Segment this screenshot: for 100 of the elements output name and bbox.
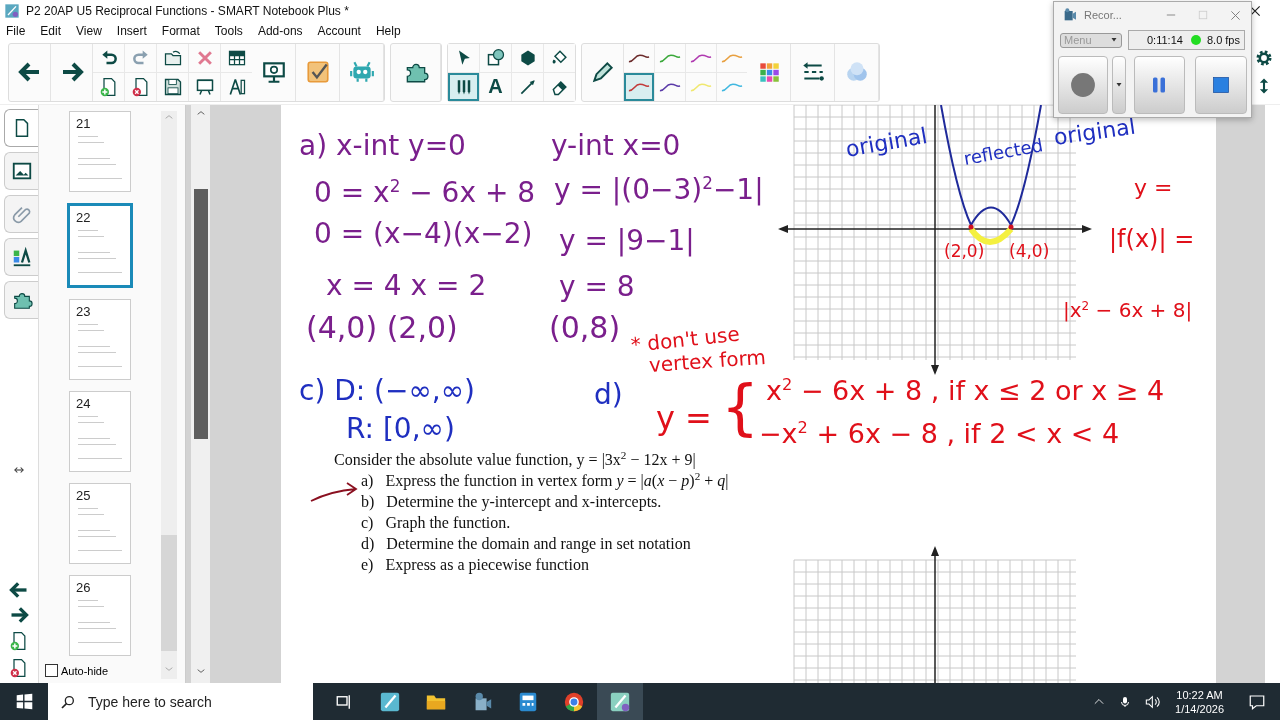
- monitor-icon: [260, 59, 287, 85]
- point-dot: [1008, 224, 1014, 230]
- page-thumbnail[interactable]: 26: [69, 575, 131, 656]
- scrollbar-thumb[interactable]: [193, 189, 208, 439]
- handwritten-text: {: [721, 377, 760, 437]
- sidebar-tab[interactable]: [4, 281, 38, 319]
- speaker-icon: [1145, 693, 1162, 710]
- menu-item[interactable]: Format: [161, 24, 200, 38]
- handwritten-text: y =: [1134, 177, 1173, 199]
- handwritten-text: (2,0): [944, 243, 985, 260]
- clock-date[interactable]: 1/14/2026: [1175, 701, 1224, 716]
- point-dot: [968, 224, 974, 230]
- line-button[interactable]: [512, 72, 543, 101]
- item-letter: d): [361, 535, 375, 553]
- menu-item[interactable]: Help: [375, 24, 401, 38]
- menu-item[interactable]: View: [76, 24, 102, 38]
- stop-button[interactable]: [1195, 56, 1247, 114]
- resize-arrow-icon: [11, 465, 27, 475]
- page-thumbnail[interactable]: 23: [69, 299, 131, 380]
- question-item: Determine the domain and range in set notation: [386, 535, 691, 553]
- handwritten-text: (0,8): [549, 313, 621, 343]
- settings-icon: [1254, 48, 1274, 68]
- hand-drawn-arrow: [310, 482, 357, 502]
- pen-style-button[interactable]: [624, 43, 654, 72]
- table-button[interactable]: [221, 43, 252, 72]
- page-thumbnail[interactable]: 21: [69, 111, 131, 192]
- checkbox[interactable]: [45, 664, 58, 677]
- clock-time[interactable]: 10:22 AM: [1176, 687, 1223, 702]
- search-field[interactable]: Type here to search: [48, 683, 313, 720]
- question-item: Graph the function.: [385, 514, 511, 532]
- checkbox-label: Auto-hide: [61, 664, 109, 677]
- menu-item[interactable]: Add-ons: [257, 24, 303, 38]
- handwritten-text: y =: [656, 402, 712, 434]
- handwritten-text: 0 = (x−4)(x−2): [314, 220, 533, 248]
- menu-item[interactable]: File: [6, 24, 26, 38]
- menu-item[interactable]: Tools: [214, 24, 243, 38]
- handwritten-text: d): [594, 381, 623, 409]
- stop-icon: [1212, 76, 1231, 94]
- menu-item[interactable]: Account: [317, 24, 361, 38]
- menu-item[interactable]: Insert: [116, 24, 147, 38]
- previous-page-button[interactable]: [8, 580, 30, 600]
- shapes-button[interactable]: [480, 43, 511, 72]
- notebook-icon: [609, 690, 631, 713]
- pen-style-button[interactable]: [624, 72, 654, 101]
- item-letter: a): [361, 472, 374, 490]
- question-text: Consider the absolute value function, y = |3x$^{2}$ − 12x + 9|: [334, 451, 697, 469]
- calculator-icon: [517, 690, 539, 713]
- add-page-button[interactable]: [93, 72, 124, 101]
- fill-button[interactable]: [544, 43, 575, 72]
- eraser-button[interactable]: [544, 72, 575, 101]
- question-item: Determine the y-intercept and x-intercepts.: [386, 493, 662, 511]
- sidebar-tab[interactable]: [4, 238, 38, 276]
- record-icon: [1069, 72, 1096, 98]
- polygon-button[interactable]: [512, 43, 543, 72]
- windows-icon: [15, 693, 33, 710]
- handwritten-text: |x$^{2}$ − 6x + 8|: [1063, 300, 1193, 321]
- question-item: Express the function in vertex form y = |a(x − p)$^{2}$ + q|: [385, 472, 729, 490]
- handwritten-text: −x$^{2}$ + 6x − 8 , if 2 < x < 4: [759, 420, 1120, 447]
- sidebar-tab[interactable]: [4, 109, 38, 147]
- camera-icon: [1062, 7, 1078, 23]
- page-thumbnail[interactable]: 22: [67, 203, 133, 288]
- handwritten-text: (4,0): [1009, 243, 1050, 260]
- handwritten-text: 0 = x$^{2}$ − 6x + 8: [314, 178, 536, 208]
- text-button[interactable]: A: [480, 72, 511, 101]
- page-thumbnail[interactable]: 24: [69, 391, 131, 472]
- robot-icon: [348, 59, 375, 85]
- sidebar-tab[interactable]: [4, 152, 38, 190]
- page-thumbnail[interactable]: 25: [69, 483, 131, 564]
- pen-style-button[interactable]: [655, 72, 685, 101]
- measurement-button[interactable]: [221, 72, 252, 101]
- save-button[interactable]: [157, 72, 188, 101]
- delete-page-button[interactable]: [125, 72, 156, 101]
- handwritten-text: y = |(0−3)$^{2}$−1|: [554, 175, 764, 205]
- handwritten-text: (4,0) (2,0): [306, 313, 458, 343]
- caret-icon: [1114, 82, 1123, 88]
- undo-button[interactable]: [93, 43, 124, 72]
- screen-button[interactable]: [189, 72, 220, 101]
- handwritten-text: x$^{2}$ − 6x + 8 , if x ≤ 2 or x ≥ 4: [766, 377, 1165, 404]
- app-icon: [4, 3, 20, 19]
- highlight-stroke: [968, 226, 1014, 245]
- scrollbar-thumb[interactable]: [161, 535, 177, 651]
- record-button[interactable]: [1058, 56, 1108, 114]
- item-letter: c): [361, 514, 374, 532]
- handwritten-text: original: [844, 124, 929, 161]
- caret-icon: [1110, 37, 1118, 43]
- maximize-icon: [1198, 10, 1208, 20]
- taskbar-app[interactable]: [597, 683, 643, 720]
- select-button[interactable]: [448, 43, 479, 72]
- handwritten-text: y = 8: [559, 273, 635, 301]
- question-item: Express as a piecewise function: [385, 556, 589, 574]
- pen-style-button[interactable]: [686, 43, 716, 72]
- page-canvas[interactable]: [281, 105, 1216, 683]
- save-icon: [162, 76, 183, 97]
- open-button[interactable]: [157, 43, 188, 72]
- menu-item[interactable]: Edit: [40, 24, 62, 38]
- item-letter: b): [361, 493, 375, 511]
- item-letter: e): [361, 556, 374, 574]
- search-icon: [60, 693, 76, 710]
- pause-button[interactable]: [1133, 56, 1186, 114]
- pens-button[interactable]: [448, 72, 479, 101]
